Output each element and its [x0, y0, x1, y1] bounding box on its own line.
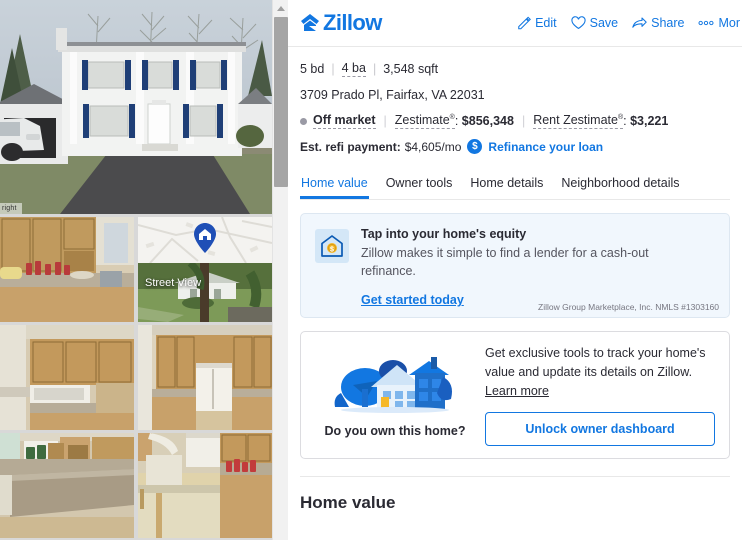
hero-photo[interactable]: right [0, 0, 272, 214]
rent-zestimate-value: $3,221 [630, 114, 669, 128]
dollar-badge-icon: $ [467, 139, 483, 154]
zestimate-value: $856,348 [461, 114, 514, 128]
photo-gallery: right Street View [0, 0, 272, 540]
thumbnail-kitchen-dining-area[interactable] [138, 433, 272, 538]
edit-button[interactable]: Edit [517, 16, 557, 30]
property-detail-panel: Zillow Edit Save Share Mor 5 bd | 4 ba |… [288, 0, 742, 540]
rent-zestimate-label[interactable]: Rent Zestimate® [533, 113, 624, 129]
market-status[interactable]: Off market [313, 113, 376, 129]
rent-colon: : [623, 114, 631, 128]
owner-card-description: Get exclusive tools to track your home's… [485, 344, 715, 400]
nmls-disclosure: Zillow Group Marketplace, Inc. NMLS #130… [538, 302, 719, 313]
equity-card-description: Zillow makes it simple to find a lender … [361, 246, 649, 279]
owner-card-left: Do you own this home? [315, 351, 475, 438]
property-facts: 5 bd | 4 ba | 3,548 sqft [300, 47, 730, 77]
learn-more-link[interactable]: Learn more [485, 384, 549, 398]
thumbnail-kitchen-island-counter[interactable] [0, 433, 134, 538]
edit-label: Edit [535, 16, 557, 30]
tab-home-details[interactable]: Home details [469, 171, 544, 199]
owner-description-text: Get exclusive tools to track your home's… [485, 346, 706, 379]
owner-card-right: Get exclusive tools to track your home's… [485, 344, 715, 446]
zillow-logo[interactable]: Zillow [300, 10, 382, 36]
section-tabs: Home value Owner tools Home details Neig… [300, 171, 730, 200]
kitchen-refrigerator-image [138, 325, 272, 430]
tab-neighborhood-details[interactable]: Neighborhood details [560, 171, 680, 199]
refi-payment-row: Est. refi payment: $4,605/mo $ Refinance… [300, 139, 730, 154]
equity-card-text: Tap into your home's equity Zillow makes… [361, 227, 666, 309]
kitchen-dining-image [138, 433, 272, 538]
more-label: Mor [718, 16, 740, 30]
zillow-property-page: right Street View Zillow Edit Save Share… [0, 0, 742, 540]
status-separator: | [383, 114, 387, 128]
equity-card-title: Tap into your home's equity [361, 227, 527, 241]
property-address: 3709 Prado Pl, Fairfax, VA 22031 [300, 88, 485, 102]
facts-separator: | [372, 62, 377, 76]
own-home-question: Do you own this home? [324, 424, 466, 439]
refi-amount: $4,605/mo [404, 139, 462, 154]
equity-promo-card: $ Tap into your home's equity Zillow mak… [300, 213, 730, 319]
street-view-photo: Street View [138, 263, 272, 322]
street-view-label: Street View [145, 277, 202, 289]
scrollbar-thumb[interactable] [274, 17, 288, 187]
house-exterior-front-image [0, 0, 272, 214]
page-scrollbar[interactable] [272, 0, 289, 540]
zillow-wordmark: Zillow [323, 10, 382, 35]
status-row: Off market | Zestimate® : $856,348 | Ren… [300, 113, 730, 129]
facts-separator: | [331, 62, 335, 76]
status-dot-icon [300, 117, 307, 125]
panel-header: Zillow Edit Save Share Mor [288, 0, 742, 47]
thumbnail-kitchen-refrigerator-cabinets[interactable] [138, 325, 272, 430]
scrollbar-up-button[interactable] [273, 0, 289, 17]
share-arrow-icon [632, 17, 647, 28]
heart-icon [571, 16, 586, 30]
refi-label: Est. refi payment: [300, 139, 401, 154]
panel-body: 5 bd | 4 ba | 3,548 sqft 3709 Prado Pl, … [288, 47, 742, 477]
thumbnail-street-view[interactable]: Street View [138, 217, 272, 322]
sqft-value: 3,548 sqft [383, 62, 439, 76]
tab-home-value[interactable]: Home value [300, 171, 369, 199]
unlock-owner-dashboard-button[interactable]: Unlock owner dashboard [485, 411, 715, 446]
zestimate-colon: : [454, 114, 462, 128]
svg-text:$: $ [330, 246, 334, 253]
thumbnail-kitchen-cabinets-counter[interactable] [0, 217, 134, 322]
photo-watermark: right [0, 203, 22, 214]
zillow-house-logo-icon [301, 14, 319, 31]
street-view-map [138, 217, 272, 263]
street-view-house-image [138, 263, 272, 322]
save-button[interactable]: Save [571, 16, 619, 30]
header-actions: Edit Save Share Mor [517, 16, 742, 30]
kitchen-cabinets-counter-image [0, 217, 134, 322]
baths-value[interactable]: 4 ba [341, 61, 366, 77]
save-label: Save [589, 16, 619, 30]
zestimate-label[interactable]: Zestimate® [394, 113, 455, 129]
triangle-up-icon [277, 6, 285, 11]
share-button[interactable]: Share [632, 16, 684, 30]
map-house-pin-icon [194, 223, 216, 253]
home-value-section-title: Home value [300, 492, 396, 512]
house-with-trees-illustration [334, 357, 452, 414]
thumbnail-grid: Street View [0, 214, 272, 540]
more-button[interactable]: Mor [698, 16, 740, 30]
get-started-link[interactable]: Get started today [361, 293, 464, 307]
ellipsis-icon [698, 20, 714, 26]
pencil-icon [518, 16, 532, 30]
kitchen-microwave-image [0, 325, 134, 430]
owner-dashboard-card: Do you own this home? Get exclusive tool… [300, 331, 730, 459]
status-separator: | [521, 114, 526, 128]
house-with-coin-icon: $ [315, 229, 349, 263]
kitchen-island-image [0, 433, 134, 538]
refinance-link[interactable]: Refinance your loan [488, 140, 603, 154]
beds-value: 5 bd [300, 62, 325, 76]
share-label: Share [651, 16, 685, 30]
tab-owner-tools[interactable]: Owner tools [385, 171, 454, 199]
thumbnail-kitchen-microwave-cabinets[interactable] [0, 325, 134, 430]
